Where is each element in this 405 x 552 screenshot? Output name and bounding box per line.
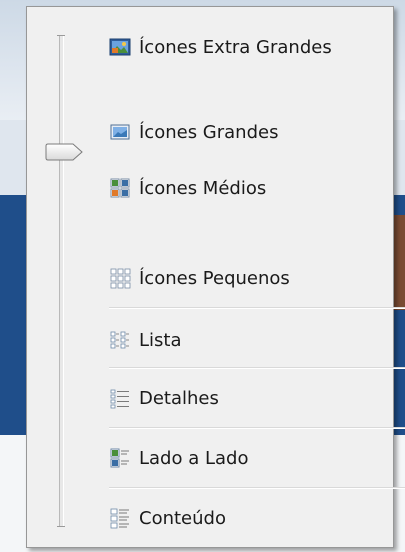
content-icon: [109, 507, 131, 529]
menu-item-list[interactable]: Lista: [109, 323, 182, 357]
view-size-slider-track[interactable]: [59, 35, 64, 527]
details-icon: [109, 387, 131, 409]
menu-item-medium-icons[interactable]: Ícones Médios: [109, 171, 266, 205]
menu-item-extra-large-icons[interactable]: Ícones Extra Grandes: [109, 30, 332, 64]
menu-separator: [109, 367, 405, 369]
menu-item-small-icons[interactable]: Ícones Pequenos: [109, 261, 290, 295]
menu-item-content[interactable]: Conteúdo: [109, 501, 226, 535]
menu-separator: [109, 307, 405, 309]
list-icon: [109, 329, 131, 351]
menu-item-label: Ícones Médios: [139, 177, 267, 199]
tiles-icon: [109, 447, 131, 469]
menu-item-label: Lista: [139, 329, 182, 351]
view-size-slider-thumb[interactable]: [45, 143, 83, 161]
menu-item-large-icons[interactable]: Ícones Grandes: [109, 115, 278, 149]
menu-item-details[interactable]: Detalhes: [109, 381, 219, 415]
small-icons-icon: [109, 267, 131, 289]
menu-item-tiles[interactable]: Lado a Lado: [109, 441, 248, 475]
menu-item-label: Ícones Extra Grandes: [139, 36, 332, 58]
menu-item-label: Lado a Lado: [139, 447, 249, 469]
menu-separator: [109, 427, 405, 429]
menu-item-label: Ícones Grandes: [139, 121, 279, 143]
view-menu: Ícones Extra Grandes Ícones Grandes Ícon…: [26, 6, 405, 548]
slider-tick: [57, 526, 65, 527]
extra-large-icons-icon: [109, 36, 131, 58]
slider-tick: [57, 35, 65, 36]
menu-item-label: Ícones Pequenos: [139, 267, 290, 289]
large-icons-icon: [109, 121, 131, 143]
menu-separator: [109, 487, 405, 489]
menu-item-label: Detalhes: [139, 387, 219, 409]
medium-icons-icon: [109, 177, 131, 199]
menu-item-label: Conteúdo: [139, 507, 226, 529]
